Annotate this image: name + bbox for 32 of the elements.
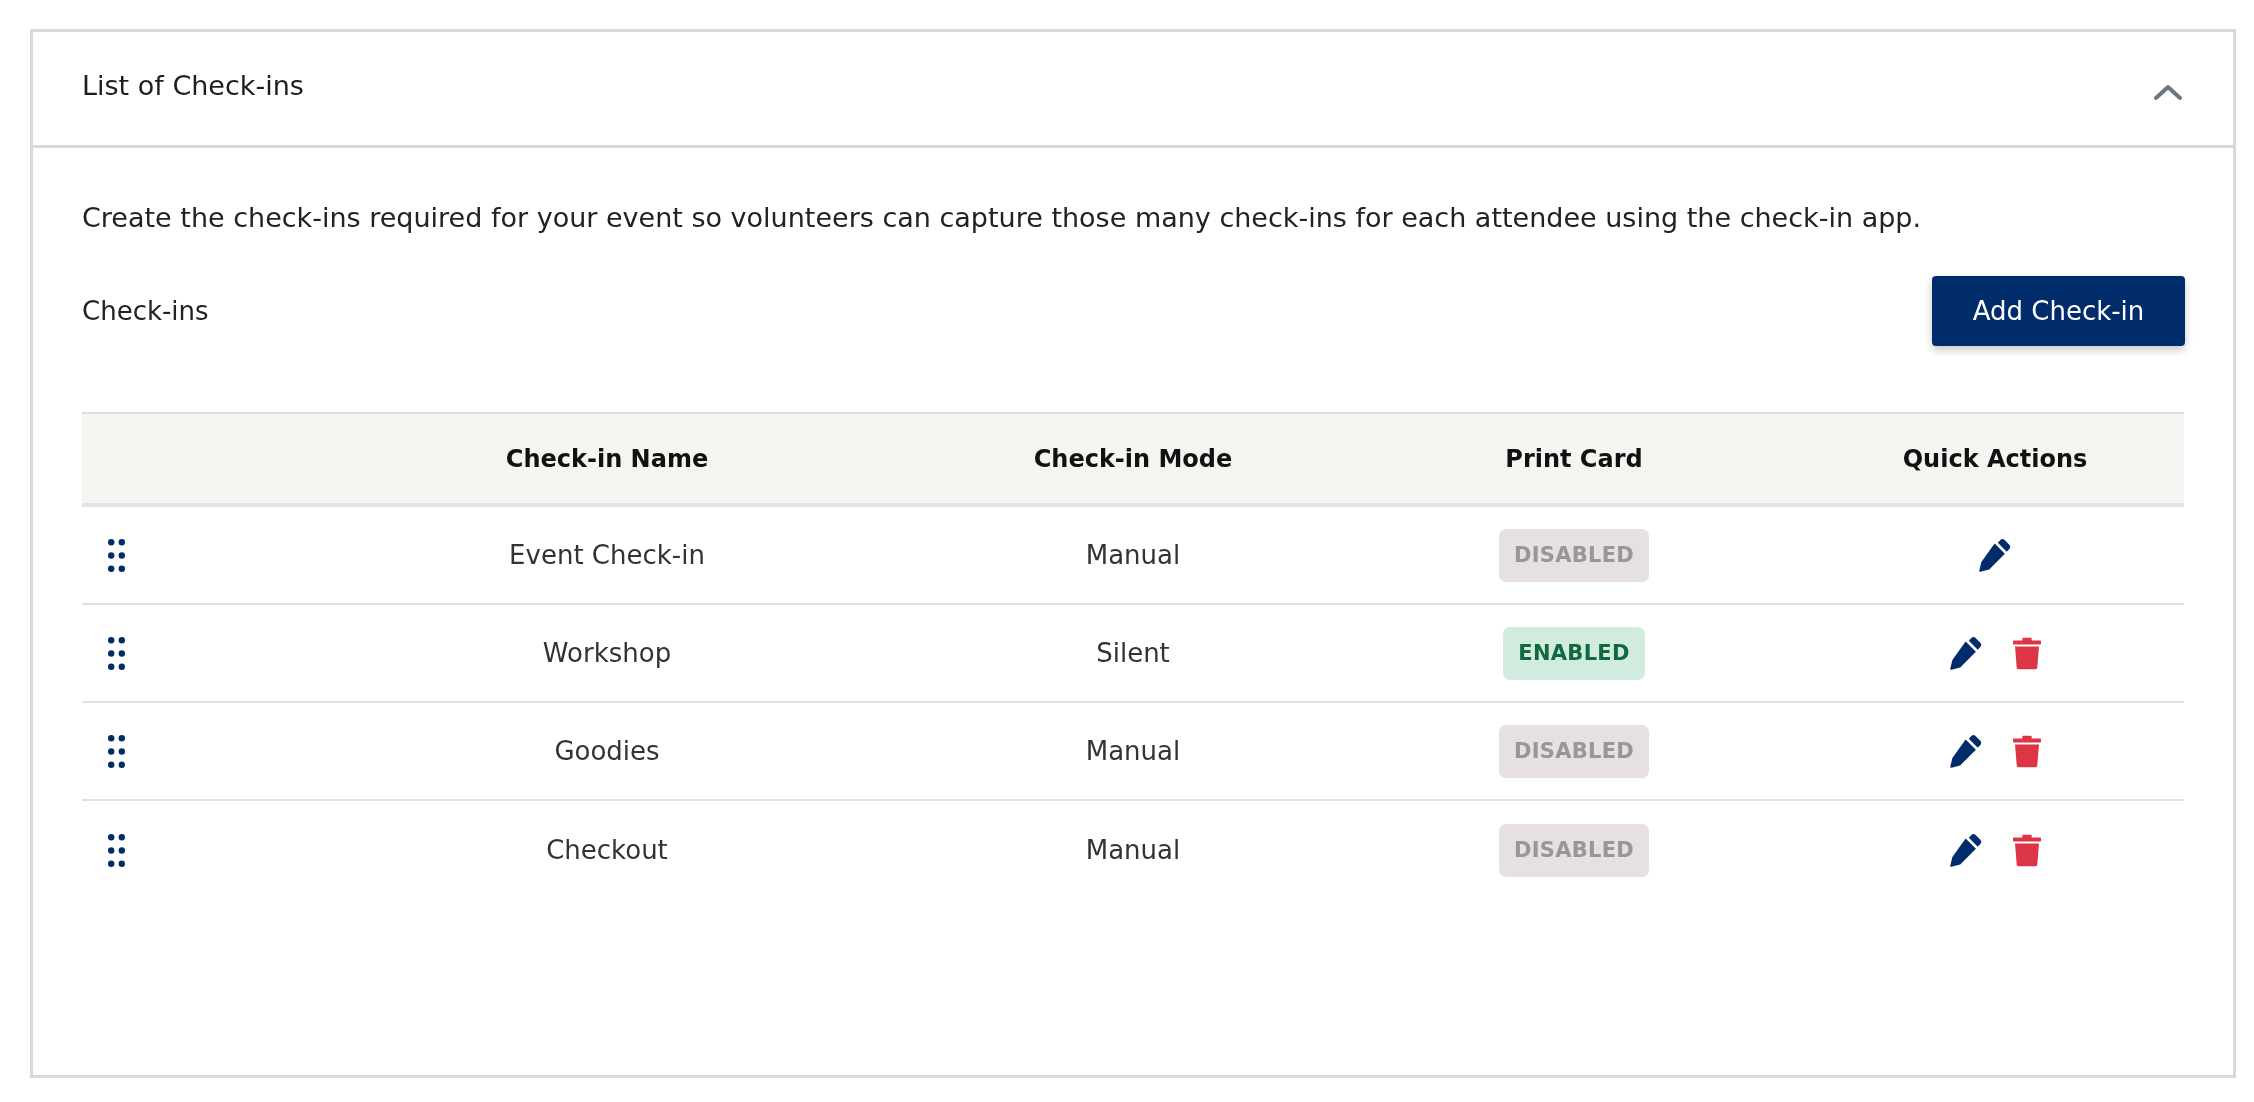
chevron-up-icon[interactable] (2153, 82, 2183, 101)
grip-icon[interactable] (108, 636, 125, 670)
print-card-status: DISABLED (1498, 823, 1650, 877)
panel-title: List of Check-ins (82, 70, 304, 101)
print-card-status: ENABLED (1503, 626, 1645, 680)
checkin-mode: Manual (1085, 736, 1181, 766)
grip-icon[interactable] (108, 538, 125, 572)
trash-icon[interactable] (2013, 636, 2041, 670)
column-header: Quick Actions (1902, 444, 2088, 473)
trash-icon[interactable] (2013, 833, 2041, 867)
checkin-name: Checkout (546, 835, 668, 865)
grip-icon[interactable] (108, 833, 125, 867)
trash-icon[interactable] (2013, 734, 2041, 768)
checkin-name: Workshop (542, 638, 672, 668)
pencil-icon[interactable] (1949, 636, 1983, 670)
pencil-icon[interactable] (1949, 734, 1983, 768)
checkin-name: Goodies (554, 736, 660, 766)
add-checkin-button[interactable]: Add Check-in (1932, 276, 2185, 346)
grip-icon[interactable] (108, 734, 125, 768)
checkin-name: Event Check-in (509, 540, 705, 570)
print-card-status: DISABLED (1498, 724, 1650, 778)
print-card-status: DISABLED (1498, 528, 1650, 582)
column-header: Print Card (1505, 444, 1643, 473)
section-label: Check-ins (82, 296, 209, 326)
checkin-mode: Silent (1096, 638, 1170, 668)
description-text: Create the check-ins required for your event so volunteers can capture those many check-ins for each attendee using the check-in app. (82, 201, 1923, 235)
checkin-mode: Manual (1085, 835, 1181, 865)
column-header: Check-in Mode (1033, 444, 1233, 473)
pencil-icon[interactable] (1978, 538, 2012, 572)
column-header: Check-in Name (505, 444, 709, 473)
checkin-mode: Manual (1085, 540, 1181, 570)
pencil-icon[interactable] (1949, 833, 1983, 867)
